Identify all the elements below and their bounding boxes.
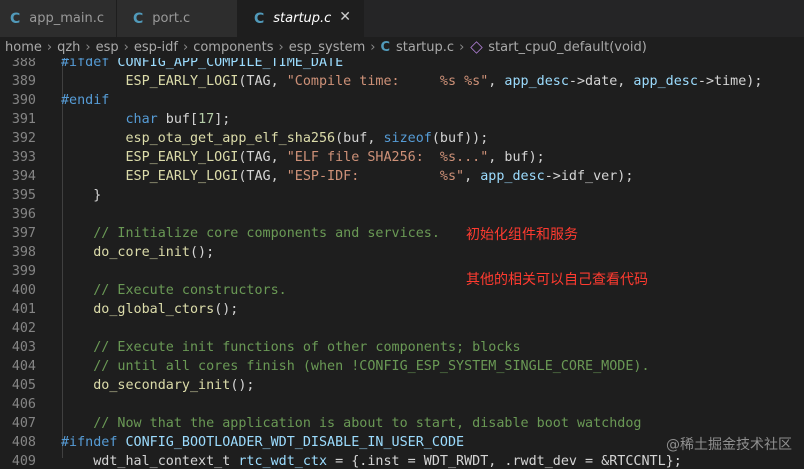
code-text: // Now that the application is about to … bbox=[93, 416, 642, 431]
code-editor[interactable]: 388 #ifdef CONFIG_APP_COMPILE_TIME_DATE 38… bbox=[0, 58, 804, 469]
line-number: 403 bbox=[11, 340, 36, 355]
line-number: 409 bbox=[11, 454, 36, 469]
line-number: 388 bbox=[11, 58, 36, 70]
line-number: 395 bbox=[11, 188, 36, 203]
line-number: 407 bbox=[11, 416, 36, 431]
code-text: ESP_EARLY_LOGI(TAG, "ELF file SHA256: %s… bbox=[125, 150, 545, 165]
c-file-icon: C bbox=[133, 10, 144, 27]
close-icon[interactable]: ✕ bbox=[339, 9, 351, 25]
line-number: 389 bbox=[11, 74, 36, 89]
chevron-right-icon: › bbox=[278, 40, 284, 55]
chevron-right-icon: › bbox=[182, 40, 189, 55]
line-number: 393 bbox=[11, 150, 36, 165]
code-text: // Execute constructors. bbox=[93, 283, 287, 298]
code-text: do_secondary_init(); bbox=[93, 378, 255, 393]
line-number: 400 bbox=[11, 283, 36, 298]
code-text: esp_ota_get_app_elf_sha256(buf, sizeof(b… bbox=[125, 131, 489, 146]
breadcrumb-item[interactable]: home bbox=[5, 40, 42, 55]
line-number: 392 bbox=[11, 131, 36, 146]
watermark: @稀土掘金技术社区 bbox=[666, 437, 792, 453]
code-text: ESP_EARLY_LOGI(TAG, "Compile time: %s %s… bbox=[125, 74, 763, 89]
code-text: #ifdef CONFIG_APP_COMPILE_TIME_DATE bbox=[61, 58, 344, 70]
code-line[interactable]: 407 // Now that the application is about… bbox=[0, 414, 804, 433]
code-line[interactable]: 398 do_core_init(); bbox=[0, 243, 804, 262]
code-line[interactable]: 403 // Execute init functions of other c… bbox=[0, 338, 804, 357]
code-line[interactable]: 400 // Execute constructors. bbox=[0, 281, 804, 300]
code-line[interactable]: 388 #ifdef CONFIG_APP_COMPILE_TIME_DATE bbox=[0, 58, 804, 72]
annotation-init: 初始化组件和服务 bbox=[466, 227, 578, 243]
breadcrumb-item[interactable]: qzh bbox=[57, 40, 80, 55]
breadcrumb-item[interactable]: esp bbox=[96, 40, 119, 55]
chevron-right-icon: › bbox=[85, 40, 91, 55]
tab-label: app_main.c bbox=[29, 11, 105, 26]
code-text: #endif bbox=[61, 93, 110, 108]
tab-label: port.c bbox=[152, 11, 191, 26]
line-number: 391 bbox=[11, 112, 36, 127]
code-line[interactable]: 399 bbox=[0, 262, 804, 281]
annotation-other: 其他的相关可以自己查看代码 bbox=[466, 272, 648, 288]
line-number: 396 bbox=[11, 207, 36, 222]
tab-port[interactable]: C port.c bbox=[117, 0, 238, 37]
code-line[interactable]: 392 esp_ota_get_app_elf_sha256(buf, size… bbox=[0, 129, 804, 148]
symbol-method-icon bbox=[470, 41, 483, 54]
line-number: 390 bbox=[11, 93, 36, 108]
code-line[interactable]: 397 // Initialize core components and se… bbox=[0, 224, 804, 243]
c-file-icon: C bbox=[10, 10, 21, 27]
chevron-right-icon: › bbox=[459, 40, 465, 55]
code-line[interactable]: 390 #endif bbox=[0, 91, 804, 110]
breadcrumb-symbol[interactable]: start_cpu0_default(void) bbox=[488, 40, 647, 55]
code-line[interactable]: 404 // until all cores finish (when !CON… bbox=[0, 357, 804, 376]
breadcrumb-item[interactable]: esp-idf bbox=[134, 40, 178, 55]
code-line[interactable]: 395 } bbox=[0, 186, 804, 205]
tab-label: startup.c bbox=[273, 11, 332, 26]
tab-app-main[interactable]: C app_main.c bbox=[0, 0, 117, 37]
line-number: 408 bbox=[11, 435, 36, 450]
code-line[interactable]: 406 bbox=[0, 395, 804, 414]
code-line[interactable]: 396 bbox=[0, 205, 804, 224]
c-file-icon: C bbox=[254, 10, 265, 27]
code-text: char buf[17]; bbox=[125, 112, 231, 127]
tab-startup[interactable]: C startup.c ✕ bbox=[238, 0, 364, 37]
line-number: 405 bbox=[11, 378, 36, 393]
line-number: 394 bbox=[11, 169, 36, 184]
code-text: do_core_init(); bbox=[93, 245, 215, 260]
line-number: 399 bbox=[11, 264, 36, 279]
code-text: // Initialize core components and servic… bbox=[93, 226, 440, 241]
tab-bar: C app_main.c C port.c C startup.c ✕ bbox=[0, 0, 804, 37]
code-text: wdt_hal_context_t rtc_wdt_ctx = {.inst =… bbox=[61, 454, 682, 469]
line-number: 397 bbox=[11, 226, 36, 241]
line-number: 406 bbox=[11, 397, 36, 412]
code-line[interactable]: 401 do_global_ctors(); bbox=[0, 300, 804, 319]
line-number: 402 bbox=[11, 321, 36, 336]
code-text: // until all cores finish (when !CONFIG_… bbox=[93, 359, 650, 374]
line-number: 398 bbox=[11, 245, 36, 260]
chevron-right-icon: › bbox=[370, 40, 376, 55]
code-line[interactable]: 394 ESP_EARLY_LOGI(TAG, "ESP-IDF: %s", a… bbox=[0, 167, 804, 186]
code-text: #ifndef CONFIG_BOOTLOADER_WDT_DISABLE_IN… bbox=[61, 435, 465, 450]
c-file-icon: C bbox=[380, 40, 390, 55]
line-number: 401 bbox=[11, 302, 36, 317]
code-line[interactable]: 402 bbox=[0, 319, 804, 338]
code-line[interactable]: 391 char buf[17]; bbox=[0, 110, 804, 129]
code-text: // Execute init functions of other compo… bbox=[93, 340, 521, 355]
breadcrumb-item[interactable]: components bbox=[193, 40, 273, 55]
chevron-right-icon: › bbox=[46, 40, 53, 55]
code-text: do_global_ctors(); bbox=[93, 302, 239, 317]
code-line[interactable]: 409 wdt_hal_context_t rtc_wdt_ctx = {.in… bbox=[0, 452, 804, 469]
breadcrumb-file[interactable]: startup.c bbox=[396, 40, 454, 55]
breadcrumb: home › qzh › esp › esp-idf › components … bbox=[0, 37, 804, 58]
code-line[interactable]: 393 ESP_EARLY_LOGI(TAG, "ELF file SHA256… bbox=[0, 148, 804, 167]
chevron-right-icon: › bbox=[123, 40, 129, 55]
code-text: ESP_EARLY_LOGI(TAG, "ESP-IDF: %s", app_d… bbox=[125, 169, 634, 184]
code-text: } bbox=[61, 188, 102, 203]
line-number: 404 bbox=[11, 359, 36, 374]
code-line[interactable]: 405 do_secondary_init(); bbox=[0, 376, 804, 395]
code-line[interactable]: 389 ESP_EARLY_LOGI(TAG, "Compile time: %… bbox=[0, 72, 804, 91]
breadcrumb-item[interactable]: esp_system bbox=[289, 40, 366, 55]
